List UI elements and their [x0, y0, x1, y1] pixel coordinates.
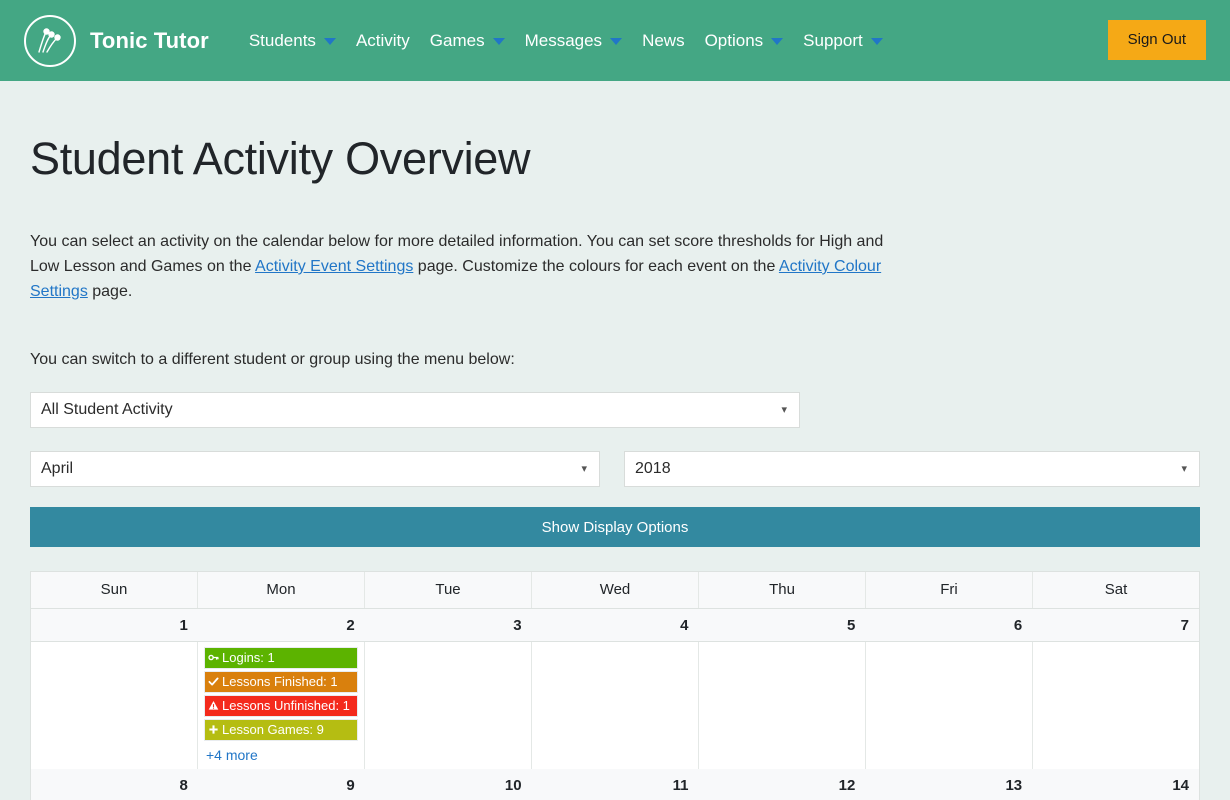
sign-out-button[interactable]: Sign Out — [1107, 20, 1206, 60]
warning-triangle-icon — [208, 700, 219, 713]
calendar-day-cell[interactable] — [866, 642, 1033, 769]
calendar-day-cell[interactable]: Logins: 1 Lessons Finished: 1 Lessons Un… — [198, 642, 365, 769]
weekday-mon: Mon — [198, 572, 365, 608]
chevron-down-icon — [610, 38, 623, 45]
nav-item-label: Games — [429, 30, 485, 50]
calendar-day-cell[interactable] — [365, 642, 532, 769]
calendar-week-row: Logins: 1 Lessons Finished: 1 Lessons Un… — [31, 642, 1199, 769]
day-number[interactable]: 11 — [532, 769, 699, 800]
day-number[interactable]: 14 — [1032, 769, 1199, 800]
calendar-day-cell[interactable] — [1033, 642, 1199, 769]
weekday-thu: Thu — [699, 572, 866, 608]
calendar-daynum-row: 8 9 10 11 12 13 14 — [31, 769, 1199, 800]
brand-name: Tonic Tutor — [90, 27, 209, 53]
nav-item-students[interactable]: Students — [239, 23, 346, 59]
nav-item-support[interactable]: Support — [793, 23, 893, 59]
weekday-sat: Sat — [1104, 581, 1128, 598]
month-select-value: April — [41, 460, 74, 477]
intro-paragraph: You can select an activity on the calend… — [30, 229, 892, 304]
event-label: Logins: 1 — [222, 650, 275, 665]
chevron-down-icon: ▾ — [781, 403, 787, 416]
calendar-day-cell[interactable] — [31, 642, 198, 769]
student-select-value: All Student Activity — [41, 401, 173, 418]
event-label: Lessons Unfinished: 1 — [222, 698, 350, 713]
student-select-row: All Student Activity ▾ — [30, 392, 1200, 428]
more-events-link[interactable]: +4 more — [204, 743, 260, 763]
chevron-down-icon — [323, 38, 336, 45]
top-navbar: Tonic Tutor Students Activity Games Mess… — [0, 0, 1230, 81]
nav-item-label: Students — [248, 30, 316, 50]
weekday-fri: Fri — [866, 572, 1033, 608]
day-number[interactable]: 5 — [698, 609, 865, 641]
calendar-day-cell[interactable] — [699, 642, 866, 769]
nav-item-label: Activity — [355, 30, 410, 50]
nav-item-label: Support — [803, 30, 863, 50]
weekday-tue: Tue — [365, 572, 532, 608]
show-display-options-label: Show Display Options — [541, 518, 689, 536]
nav-item-games[interactable]: Games — [420, 23, 515, 59]
intro-text-part3: page. — [87, 283, 133, 300]
tonic-tutor-notes-logo-icon — [24, 14, 76, 67]
nav-item-news[interactable]: News — [632, 23, 695, 59]
chevron-down-icon — [771, 38, 784, 45]
day-number[interactable]: 9 — [198, 769, 365, 800]
chevron-down-icon: ▾ — [581, 462, 587, 475]
day-number[interactable]: 10 — [365, 769, 532, 800]
page-body: Student Activity Overview You can select… — [0, 133, 1230, 800]
intro-text-part2: page. Customize the colours for each eve… — [413, 258, 779, 275]
event-label: Lessons Finished: 1 — [222, 674, 338, 689]
day-number[interactable]: 7 — [1032, 609, 1199, 641]
event-lessons-unfinished[interactable]: Lessons Unfinished: 1 — [204, 695, 358, 717]
key-icon — [208, 652, 219, 665]
chevron-down-icon — [492, 38, 505, 45]
nav-item-label: Options — [704, 30, 764, 50]
event-label: Lesson Games: 9 — [222, 722, 324, 737]
show-display-options-button[interactable]: Show Display Options — [30, 507, 1200, 547]
year-select-value: 2018 — [635, 460, 671, 477]
calendar-weekday-header: Sun Mon Tue Wed Thu Fri Sat — [31, 572, 1199, 609]
month-select[interactable]: April ▾ — [30, 451, 600, 487]
weekday-sun: Sun — [31, 572, 198, 608]
nav-item-options[interactable]: Options — [695, 23, 794, 59]
nav-item-messages[interactable]: Messages — [515, 23, 632, 59]
plus-icon — [208, 724, 219, 737]
year-select[interactable]: 2018 ▾ — [624, 451, 1200, 487]
nav-item-label: Messages — [524, 30, 603, 50]
day-number[interactable]: 6 — [865, 609, 1032, 641]
event-logins[interactable]: Logins: 1 — [204, 647, 358, 669]
nav-item-activity[interactable]: Activity — [346, 23, 420, 59]
nav-item-label: News — [642, 30, 685, 50]
calendar-daynum-row: 1 2 3 4 5 6 7 — [31, 609, 1199, 642]
day-number[interactable]: 3 — [365, 609, 532, 641]
activity-calendar: Sun Mon Tue Wed Thu Fri Sat 1 2 3 4 5 6 … — [30, 571, 1200, 800]
day-number[interactable]: 13 — [865, 769, 1032, 800]
event-lessons-finished[interactable]: Lessons Finished: 1 — [204, 671, 358, 693]
chevron-down-icon — [870, 38, 883, 45]
day-number[interactable]: 12 — [698, 769, 865, 800]
day-number[interactable]: 2 — [198, 609, 365, 641]
weekday-wed: Wed — [532, 572, 699, 608]
day-number[interactable]: 4 — [532, 609, 699, 641]
brand-group[interactable]: Tonic Tutor — [24, 14, 209, 67]
nav-items: Students Activity Games Messages News Op… — [239, 23, 893, 59]
chevron-down-icon: ▾ — [1181, 462, 1187, 475]
calendar-day-cell[interactable] — [532, 642, 699, 769]
switch-student-note: You can switch to a different student or… — [30, 351, 515, 368]
page-title: Student Activity Overview — [30, 133, 531, 184]
day-number[interactable]: 8 — [31, 769, 198, 800]
event-lesson-games[interactable]: Lesson Games: 9 — [204, 719, 358, 741]
check-icon — [208, 676, 219, 689]
activity-event-settings-link[interactable]: Activity Event Settings — [255, 258, 413, 275]
day-number[interactable]: 1 — [31, 609, 198, 641]
student-select[interactable]: All Student Activity ▾ — [30, 392, 800, 428]
date-select-row: April ▾ 2018 ▾ — [30, 451, 1200, 487]
